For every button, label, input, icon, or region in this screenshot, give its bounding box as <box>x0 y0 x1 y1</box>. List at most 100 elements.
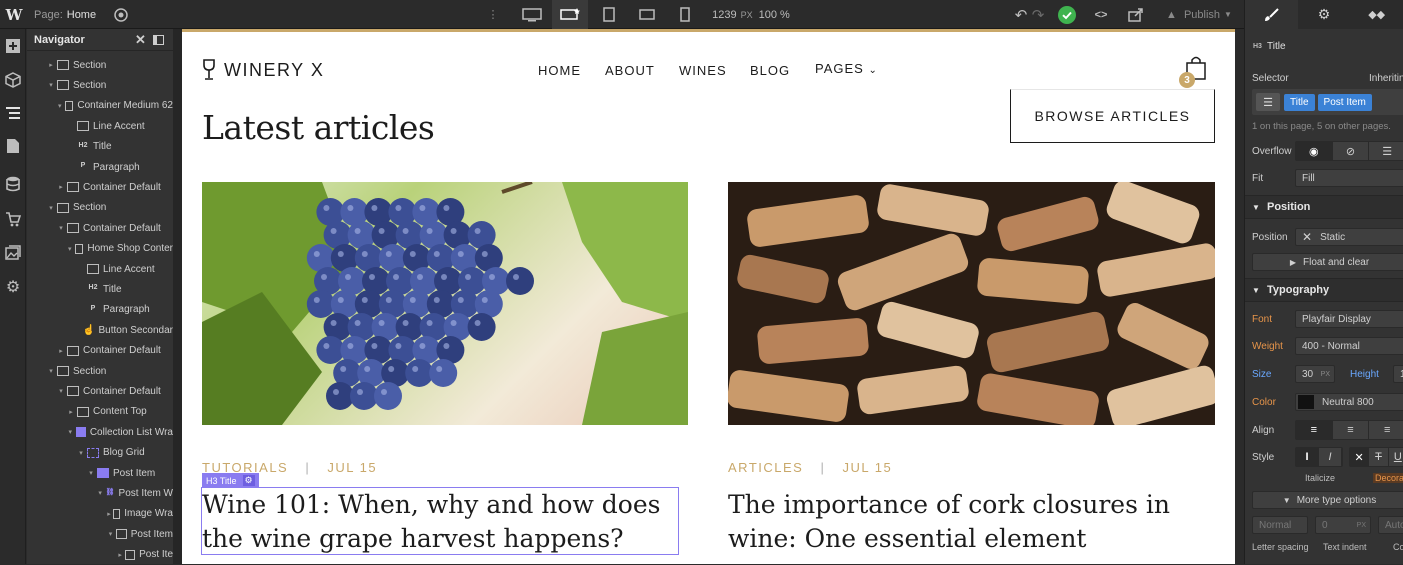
navigator-row[interactable]: ▾ Container Default <box>27 218 173 238</box>
navigator-row[interactable]: ▸ Section <box>27 55 173 75</box>
position-select[interactable]: ✕ Static <box>1295 228 1403 246</box>
expand-triangle-icon[interactable]: ▾ <box>97 489 103 497</box>
post-category-2[interactable]: ARTICLES <box>728 460 803 475</box>
navigator-row[interactable]: ▾ Section <box>27 198 173 218</box>
navigator-row[interactable]: ▸ Container Default <box>27 177 173 197</box>
navigator-row[interactable]: ▸ Post Ite <box>27 545 173 565</box>
page-selector[interactable]: Page: Home <box>34 0 104 29</box>
navigator-row[interactable]: ▾ Section <box>27 361 173 381</box>
float-and-clear-toggle[interactable]: ▶ Float and clear <box>1252 253 1403 271</box>
close-icon[interactable]: ✕ <box>135 32 146 48</box>
expand-triangle-icon[interactable]: ▾ <box>47 367 55 375</box>
strikethrough-icon[interactable]: T <box>1369 448 1389 466</box>
settings-gear-icon[interactable]: ⚙ <box>4 278 22 296</box>
undo-icon[interactable]: ↶ <box>1012 0 1030 29</box>
expand-triangle-icon[interactable]: ▾ <box>67 428 74 436</box>
collapse-triangle-icon[interactable]: ▸ <box>107 510 111 518</box>
publish-button[interactable]: ▲ Publish ▼ <box>1160 0 1238 29</box>
post-title-1[interactable]: Wine 101: When, why and how does the win… <box>201 487 679 555</box>
italic-off-icon[interactable]: I <box>1296 448 1319 466</box>
columns-input[interactable]: Auto <box>1378 516 1403 534</box>
pages-icon[interactable] <box>4 137 22 155</box>
post-title-2[interactable]: The importance of cork closures in wine:… <box>728 488 1218 556</box>
more-type-options-toggle[interactable]: ▼ More type options <box>1252 491 1403 509</box>
navigator-icon[interactable] <box>4 104 22 122</box>
nav-link-blog[interactable]: BLOG <box>750 63 790 78</box>
navigator-row[interactable]: ▸ Container Default <box>27 341 173 361</box>
letter-spacing-input[interactable]: Normal <box>1252 516 1308 534</box>
ecommerce-cart-icon[interactable] <box>4 210 22 228</box>
navigator-row[interactable]: Line Accent <box>27 116 173 136</box>
weight-select[interactable]: 400 - Normal <box>1295 337 1403 355</box>
navigator-row[interactable]: ▸ Image Wra <box>27 504 173 524</box>
cart-button[interactable]: 3 <box>1179 55 1207 88</box>
color-swatch[interactable] <box>1298 395 1314 409</box>
preview-eye-icon[interactable] <box>110 0 132 29</box>
navigator-row[interactable]: Line Accent <box>27 259 173 279</box>
nav-link-wines[interactable]: WINES <box>679 63 727 78</box>
breakpoint-tablet-icon[interactable] <box>592 0 626 29</box>
selector-tag-title[interactable]: Title <box>1284 93 1315 111</box>
style-brush-icon[interactable] <box>1245 0 1298 29</box>
navigator-row[interactable]: ▾ ⛓ Post Item W <box>27 483 173 503</box>
breakpoint-desktop-icon[interactable] <box>515 0 549 29</box>
breakpoint-landscape-icon[interactable] <box>630 0 664 29</box>
breakpoint-phone-icon[interactable] <box>668 0 702 29</box>
navigator-row[interactable]: ▾ Container Default <box>27 381 173 401</box>
navigator-row[interactable]: ▾ Container Medium 62 <box>27 96 173 116</box>
navigator-scrollbar[interactable] <box>173 29 182 564</box>
font-select[interactable]: Playfair Display <box>1295 310 1403 328</box>
italic-on-icon[interactable]: I <box>1319 448 1342 466</box>
expand-triangle-icon[interactable]: ▾ <box>67 245 73 253</box>
expand-triangle-icon[interactable]: ▾ <box>107 530 114 538</box>
collapse-triangle-icon[interactable]: ▸ <box>57 347 65 355</box>
collapse-triangle-icon[interactable]: ▸ <box>117 551 123 559</box>
overflow-visible-eye-icon[interactable]: ◉ <box>1296 142 1333 160</box>
post-image-grapes[interactable] <box>202 182 688 425</box>
navigator-row[interactable]: ▾ Post Item <box>27 524 173 544</box>
collapse-triangle-icon[interactable]: ▸ <box>47 61 55 69</box>
webflow-logo[interactable]: W <box>0 0 28 29</box>
site-logo[interactable]: WINERY X <box>202 59 324 81</box>
typography-section-header[interactable]: ▼ Typography <box>1245 278 1403 302</box>
align-right-icon[interactable]: ≡ <box>1369 421 1403 439</box>
navigator-row[interactable]: ▾ Section <box>27 75 173 95</box>
dock-panel-icon[interactable] <box>153 35 164 45</box>
export-icon[interactable] <box>1124 0 1148 29</box>
selector-tag-post-item[interactable]: Post Item <box>1317 93 1372 111</box>
navigator-row[interactable]: ▾ Collection List Wra <box>27 422 173 442</box>
navigator-row[interactable]: P Paragraph <box>27 300 173 320</box>
fit-select[interactable]: Fill <box>1295 169 1403 187</box>
align-left-icon[interactable]: ≡ <box>1296 421 1333 439</box>
underline-icon[interactable]: U <box>1388 448 1403 466</box>
symbols-cube-icon[interactable] <box>4 71 22 89</box>
nav-link-home[interactable]: HOME <box>538 63 581 78</box>
size-input[interactable]: 30 PX <box>1295 365 1335 383</box>
navigator-row[interactable]: H2 Title <box>27 137 173 157</box>
saved-check-icon[interactable] <box>1057 0 1077 29</box>
selection-badge[interactable]: H3 Title ⚙ <box>202 473 259 488</box>
expand-triangle-icon[interactable]: ▾ <box>57 224 65 232</box>
expand-triangle-icon[interactable]: ▾ <box>57 387 65 395</box>
redo-icon[interactable]: ↷ <box>1030 0 1046 29</box>
color-picker[interactable]: Neutral 800 <box>1295 393 1403 411</box>
interactions-drops-icon[interactable]: ◆◆ <box>1350 0 1403 29</box>
align-center-icon[interactable]: ≡ <box>1332 421 1370 439</box>
post-image-corks[interactable] <box>728 182 1215 425</box>
design-canvas[interactable]: WINERY X HOME ABOUT WINES BLOG PAGES ⌄ 3… <box>182 29 1235 564</box>
expand-triangle-icon[interactable]: ▾ <box>47 81 55 89</box>
code-icon[interactable]: <> <box>1090 0 1112 29</box>
navigator-row[interactable]: ▾ Home Shop Conter <box>27 239 173 259</box>
position-section-header[interactable]: ▼ Position <box>1245 195 1403 219</box>
collapse-triangle-icon[interactable]: ▸ <box>67 408 75 416</box>
expand-triangle-icon[interactable]: ▾ <box>47 204 55 212</box>
selector-menu-icon[interactable]: ☰ <box>1256 93 1280 111</box>
add-panel-icon[interactable] <box>4 37 22 55</box>
settings-gear-icon[interactable]: ⚙ <box>1297 0 1351 29</box>
expand-triangle-icon[interactable]: ▾ <box>57 102 63 110</box>
nav-link-pages[interactable]: PAGES ⌄ <box>815 61 878 76</box>
collapse-triangle-icon[interactable]: ▸ <box>57 183 65 191</box>
selector-field[interactable]: ☰ Title Post Item <box>1252 89 1403 115</box>
breakpoint-base-icon[interactable] <box>552 0 588 29</box>
navigator-row[interactable]: ▸ Content Top <box>27 402 173 422</box>
